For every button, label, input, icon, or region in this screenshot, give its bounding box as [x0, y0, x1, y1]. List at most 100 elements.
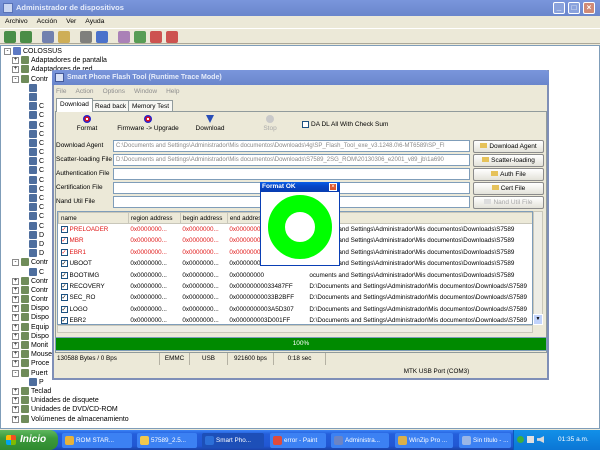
- tree-item[interactable]: + Unidades de disquete: [1, 396, 599, 405]
- expand-icon[interactable]: +: [12, 387, 19, 395]
- taskbar-button[interactable]: ROM STAR...: [62, 433, 132, 448]
- taskbar-button[interactable]: error - Paint: [270, 433, 326, 448]
- start-button[interactable]: Inicio: [0, 430, 58, 450]
- scan-hardware-icon[interactable]: [118, 31, 130, 43]
- column-header[interactable]: region address: [127, 212, 181, 225]
- collapse-icon[interactable]: -: [12, 75, 19, 83]
- stop-button[interactable]: Stop: [257, 114, 283, 136]
- tree-item[interactable]: + Adaptadores de pantalla: [1, 56, 599, 65]
- column-header[interactable]: name: [58, 212, 129, 225]
- row-checkbox[interactable]: ✓: [60, 260, 68, 268]
- expand-icon[interactable]: +: [12, 332, 19, 340]
- flash-menu-window[interactable]: Window: [134, 88, 157, 95]
- format-ok-titlebar[interactable]: Format OK: [260, 182, 340, 192]
- expand-icon[interactable]: +: [12, 360, 19, 368]
- row-checkbox[interactable]: ✓: [60, 237, 68, 245]
- update-driver-icon[interactable]: [134, 31, 146, 43]
- horizontal-scrollbar[interactable]: [57, 325, 533, 333]
- computer-icon[interactable]: [42, 31, 54, 43]
- taskbar-button[interactable]: Administra...: [331, 433, 389, 448]
- firmware-upgrade-button[interactable]: Firmware -> Upgrade: [114, 114, 182, 136]
- row-checkbox[interactable]: ✓: [60, 294, 68, 302]
- expand-icon[interactable]: +: [12, 277, 19, 285]
- disable-device-icon[interactable]: [150, 31, 162, 43]
- tree-item[interactable]: + Teclad: [1, 386, 599, 396]
- scatter-field[interactable]: D:\Documents and Settings\Administrador\…: [113, 154, 470, 166]
- cert-file-button[interactable]: Cert File: [473, 182, 544, 195]
- menu-acción[interactable]: Acción: [37, 18, 57, 25]
- column-header[interactable]: begin address: [179, 212, 228, 225]
- da-checksum-box[interactable]: [302, 120, 309, 128]
- download-agent-button[interactable]: Download Agent: [473, 140, 544, 153]
- expand-icon[interactable]: +: [12, 305, 19, 313]
- collapse-icon[interactable]: -: [4, 48, 11, 55]
- partition-table-scrollbar[interactable]: [533, 211, 543, 325]
- menu-ayuda[interactable]: Ayuda: [85, 18, 104, 25]
- auth-file-button[interactable]: Auth File: [473, 168, 544, 181]
- tray-chat-icon[interactable]: [517, 436, 524, 443]
- taskbar-button[interactable]: Smart Pho...: [202, 433, 264, 448]
- table-row[interactable]: ✓ RECOVERY 0x0000000... 0x0000000... 0x00000…: [59, 281, 533, 292]
- format-ok-close-button[interactable]: ×: [329, 183, 337, 191]
- column-header[interactable]: location: [306, 212, 532, 225]
- row-checkbox[interactable]: ✓: [60, 317, 68, 324]
- table-row[interactable]: ✓ BOOTIMG 0x0000000... 0x0000000... 0x000000…: [59, 269, 533, 280]
- printer-icon[interactable]: [80, 31, 92, 43]
- row-checkbox[interactable]: ✓: [60, 226, 68, 234]
- taskbar-button[interactable]: WinZip Pro ...: [395, 433, 453, 448]
- expand-icon[interactable]: +: [12, 66, 19, 74]
- properties-icon[interactable]: [58, 31, 70, 43]
- flash-menu-file[interactable]: File: [56, 88, 66, 95]
- da-checksum-checkbox[interactable]: DA DL All With Check Sum: [302, 120, 388, 130]
- flash-menu-help[interactable]: Help: [166, 88, 179, 95]
- tree-item[interactable]: + Unidades de DVD/CD-ROM: [1, 405, 599, 414]
- expand-icon[interactable]: +: [12, 286, 19, 294]
- forward-arrow-icon[interactable]: [20, 31, 32, 43]
- maximize-button[interactable]: □: [568, 2, 580, 14]
- close-button[interactable]: ×: [583, 2, 595, 14]
- expand-icon[interactable]: +: [12, 415, 19, 423]
- minimize-button[interactable]: _: [553, 2, 565, 14]
- back-arrow-icon[interactable]: [4, 31, 16, 43]
- tray-volume-icon[interactable]: [537, 436, 544, 443]
- table-row[interactable]: ✓ EBR2 0x0000000... 0x0000000... 0x000000003…: [59, 315, 533, 324]
- collapse-icon[interactable]: -: [12, 259, 19, 267]
- taskbar-button[interactable]: 57589_2.5...: [137, 433, 197, 448]
- table-row[interactable]: ✓ LOGO 0x0000000... 0x0000000... 0x000000000…: [59, 304, 533, 315]
- nand-util-button[interactable]: Nand Util File: [473, 196, 544, 209]
- expand-icon[interactable]: +: [12, 406, 19, 414]
- row-checkbox[interactable]: ✓: [60, 271, 68, 279]
- help-icon[interactable]: [96, 31, 108, 43]
- row-checkbox[interactable]: ✓: [60, 305, 68, 313]
- tree-item[interactable]: - COLOSSUS: [1, 47, 599, 56]
- expand-icon[interactable]: +: [12, 57, 19, 65]
- collapse-icon[interactable]: -: [12, 369, 19, 377]
- scatter-loading-button[interactable]: Scatter-loading: [473, 154, 544, 167]
- flash-menu-action[interactable]: Action: [75, 88, 93, 95]
- tab-download[interactable]: Download: [56, 98, 93, 112]
- expand-icon[interactable]: +: [12, 397, 19, 405]
- tree-item[interactable]: + Volúmenes de almacenamiento: [1, 414, 599, 424]
- table-row[interactable]: ✓ SEC_RO 0x0000000... 0x0000000... 0x0000000…: [59, 292, 533, 303]
- auth-field[interactable]: [113, 168, 470, 180]
- tray-network-icon[interactable]: [527, 436, 534, 443]
- taskbar-button[interactable]: Sin título - ...: [459, 433, 511, 448]
- menu-archivo[interactable]: Archivo: [5, 18, 28, 25]
- expand-icon[interactable]: +: [12, 296, 19, 304]
- menu-ver[interactable]: Ver: [66, 18, 76, 25]
- uninstall-device-icon[interactable]: [166, 31, 178, 43]
- format-button[interactable]: Format: [70, 114, 104, 136]
- scroll-down-arrow[interactable]: ▼: [533, 314, 543, 325]
- flash-menu-options[interactable]: Options: [103, 88, 125, 95]
- tray-clock[interactable]: 01:35 a.m.: [558, 430, 589, 450]
- row-checkbox[interactable]: ✓: [60, 248, 68, 256]
- flash-tool-titlebar[interactable]: Smart Phone Flash Tool (Runtime Trace Mo…: [52, 70, 549, 85]
- expand-icon[interactable]: +: [12, 351, 19, 359]
- row-checkbox[interactable]: ✓: [60, 282, 68, 290]
- expand-icon[interactable]: +: [12, 323, 19, 331]
- expand-icon[interactable]: +: [12, 314, 19, 322]
- devmgr-titlebar[interactable]: Administrador de dispositivos _ □ ×: [0, 0, 600, 16]
- expand-icon[interactable]: +: [12, 342, 19, 349]
- download-agent-field[interactable]: C:\Documents and Settings\Administrador\…: [113, 140, 470, 152]
- download-button[interactable]: Download: [190, 114, 230, 136]
